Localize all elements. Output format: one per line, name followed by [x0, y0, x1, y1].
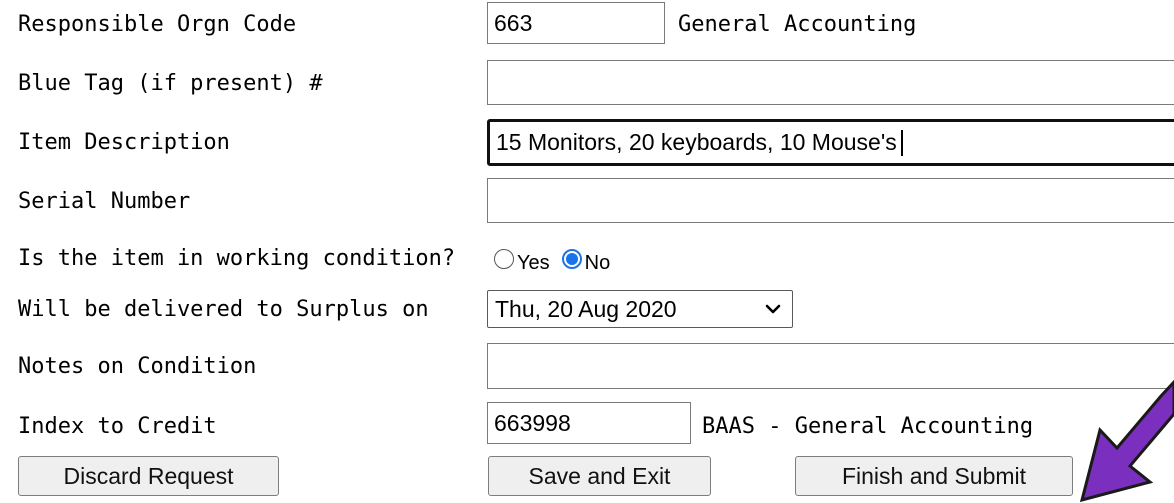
delivery-date-label: Will be delivered to Surplus on [18, 297, 429, 322]
notes-on-condition-input[interactable] [487, 343, 1174, 389]
item-description-label: Item Description [18, 130, 230, 155]
radio-no-label[interactable]: No [585, 252, 611, 275]
save-and-exit-button[interactable]: Save and Exit [488, 456, 711, 496]
working-condition-label: Is the item in working condition? [18, 246, 456, 271]
radio-selected-dot [565, 253, 578, 265]
pointer-arrow-icon [1080, 380, 1174, 502]
org-name-text: General Accounting [678, 12, 917, 37]
delivery-date-value: Thu, 20 Aug 2020 [495, 295, 677, 322]
serial-number-label: Serial Number [18, 189, 191, 214]
index-name-text: BAAS - General Accounting [702, 414, 1034, 439]
item-description-value: 15 Monitors, 20 keyboards, 10 Mouse's [496, 129, 897, 155]
notes-on-condition-label: Notes on Condition [18, 354, 257, 379]
chevron-down-icon [765, 304, 781, 314]
blue-tag-input[interactable] [487, 60, 1174, 105]
radio-no[interactable] [561, 249, 582, 269]
radio-yes[interactable] [494, 249, 514, 269]
text-caret [900, 129, 903, 156]
index-to-credit-input[interactable]: 663998 [487, 402, 691, 444]
serial-number-input[interactable] [487, 178, 1174, 223]
finish-and-submit-button[interactable]: Finish and Submit [795, 456, 1073, 496]
item-description-input[interactable]: 15 Monitors, 20 keyboards, 10 Mouse's [487, 119, 1174, 166]
working-condition-radio-group: Yes No [494, 244, 622, 274]
responsible-orgn-code-label: Responsible Orgn Code [18, 12, 297, 37]
discard-request-button[interactable]: Discard Request [18, 456, 279, 496]
blue-tag-label: Blue Tag (if present) # [18, 71, 323, 96]
index-to-credit-label: Index to Credit [18, 414, 217, 439]
responsible-orgn-code-input[interactable]: 663 [487, 2, 665, 44]
delivery-date-select[interactable]: Thu, 20 Aug 2020 [487, 290, 793, 328]
radio-yes-label[interactable]: Yes [517, 252, 550, 275]
